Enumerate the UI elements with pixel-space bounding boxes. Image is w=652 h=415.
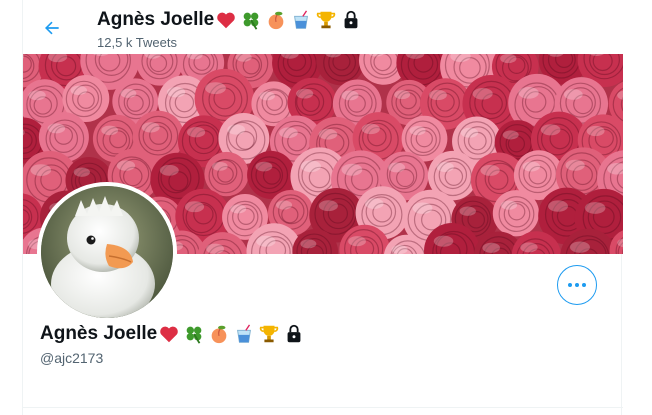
more-options-button[interactable] bbox=[557, 265, 597, 305]
peach-icon bbox=[268, 11, 284, 30]
profile-header: Agnès Joelle 12,5 k Tweets bbox=[23, 0, 623, 54]
more-dot bbox=[575, 283, 579, 287]
tweet-count: 12,5 k Tweets bbox=[97, 35, 177, 50]
more-dots-icon bbox=[568, 283, 572, 287]
tropical-drink-icon bbox=[294, 10, 309, 29]
avatar[interactable] bbox=[37, 182, 177, 322]
trophy-icon bbox=[317, 11, 336, 29]
header-emojis bbox=[215, 9, 362, 31]
profile-name-emojis bbox=[158, 323, 305, 345]
profile-handle: @ajc2173 bbox=[40, 350, 104, 366]
locked-padlock-icon bbox=[344, 10, 358, 29]
profile-name-text: Agnès Joelle bbox=[40, 323, 158, 344]
more-dot bbox=[582, 283, 586, 287]
profile-name: Agnès Joelle bbox=[40, 323, 305, 345]
divider bbox=[23, 407, 623, 408]
four-leaf-clover-icon bbox=[186, 326, 202, 344]
trophy-icon bbox=[260, 325, 279, 343]
peach-icon bbox=[211, 325, 227, 344]
red-heart-icon bbox=[160, 326, 179, 343]
header-title: Agnès Joelle bbox=[97, 9, 362, 31]
four-leaf-clover-icon bbox=[243, 12, 259, 30]
tropical-drink-icon bbox=[237, 324, 252, 343]
back-arrow-icon bbox=[45, 21, 59, 35]
profile-column: Agnès Joelle 12,5 k Tweets Agnès Joelle … bbox=[22, 0, 623, 415]
duckling-avatar-image bbox=[41, 186, 173, 318]
back-button[interactable] bbox=[35, 11, 69, 45]
locked-padlock-icon bbox=[287, 324, 301, 343]
header-name-text: Agnès Joelle bbox=[97, 9, 215, 30]
red-heart-icon bbox=[217, 12, 236, 29]
